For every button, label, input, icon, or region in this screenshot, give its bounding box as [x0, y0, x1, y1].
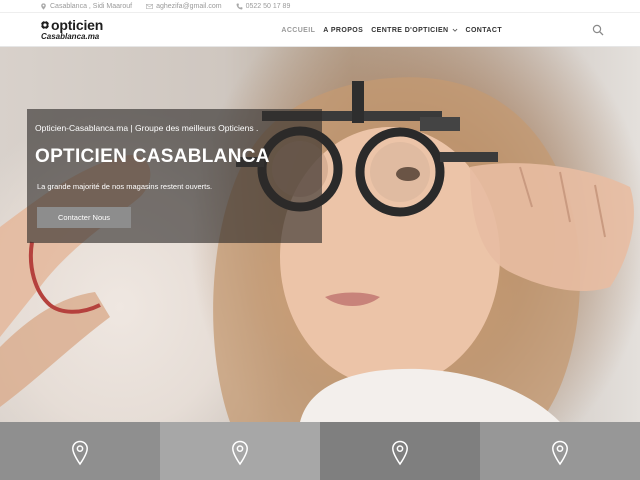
search-icon[interactable] [592, 24, 604, 36]
hero-banner: Opticien-Casablanca.ma | Groupe des meil… [0, 47, 640, 422]
phone-text[interactable]: 0522 50 17 89 [246, 3, 291, 10]
nav-centre-label: CENTRE D'OPTICIEN [371, 26, 449, 34]
location-tile-3[interactable] [320, 422, 480, 480]
chevron-down-icon [452, 28, 457, 32]
phone-icon [236, 3, 243, 9]
location-tile-4[interactable] [480, 422, 640, 480]
hero-title: OPTICIEN CASABLANCA [35, 146, 270, 167]
nav-a-propos[interactable]: A PROPOS [323, 27, 363, 34]
email-item[interactable]: aghezifa@gmail.com [146, 3, 222, 10]
logo-word: opticien [51, 17, 104, 33]
address-item: Casablanca , Sidi Maarouf [40, 3, 132, 10]
site-header: opticien Casablanca.ma ACCUEIL A PROPOS … [0, 13, 640, 47]
logo-line2: Casablanca.ma [41, 32, 100, 41]
nav-accueil[interactable]: ACCUEIL [281, 27, 315, 34]
hero-subtitle: Opticien-Casablanca.ma | Groupe des meil… [35, 123, 259, 133]
top-info-bar: Casablanca , Sidi Maarouf aghezifa@gmail… [0, 0, 640, 13]
locations-strip [0, 422, 640, 480]
map-pin-icon [392, 440, 408, 466]
nav-centre-opticien[interactable]: CENTRE D'OPTICIEN [371, 27, 457, 34]
eye-logo-icon [40, 20, 50, 30]
map-pin-icon [232, 440, 248, 466]
site-logo[interactable]: opticien Casablanca.ma [40, 18, 110, 44]
map-pin-icon [552, 440, 568, 466]
location-tile-1[interactable] [0, 422, 160, 480]
nav-contact[interactable]: CONTACT [466, 27, 503, 34]
envelope-icon [146, 3, 154, 9]
map-pin-icon [41, 2, 46, 10]
email-text[interactable]: aghezifa@gmail.com [156, 3, 221, 10]
contact-button[interactable]: Contacter Nous [37, 207, 131, 228]
address-text: Casablanca , Sidi Maarouf [50, 2, 133, 10]
logo-line1: opticien [40, 18, 110, 32]
phone-item[interactable]: 0522 50 17 89 [236, 3, 291, 10]
hero-overlay-box: Opticien-Casablanca.ma | Groupe des meil… [27, 109, 322, 243]
hero-text: La grande majorité de nos magasins reste… [37, 182, 213, 191]
main-nav: ACCUEIL A PROPOS CENTRE D'OPTICIEN CONTA… [273, 13, 502, 47]
map-pin-icon [72, 440, 88, 466]
location-tile-2[interactable] [160, 422, 320, 480]
